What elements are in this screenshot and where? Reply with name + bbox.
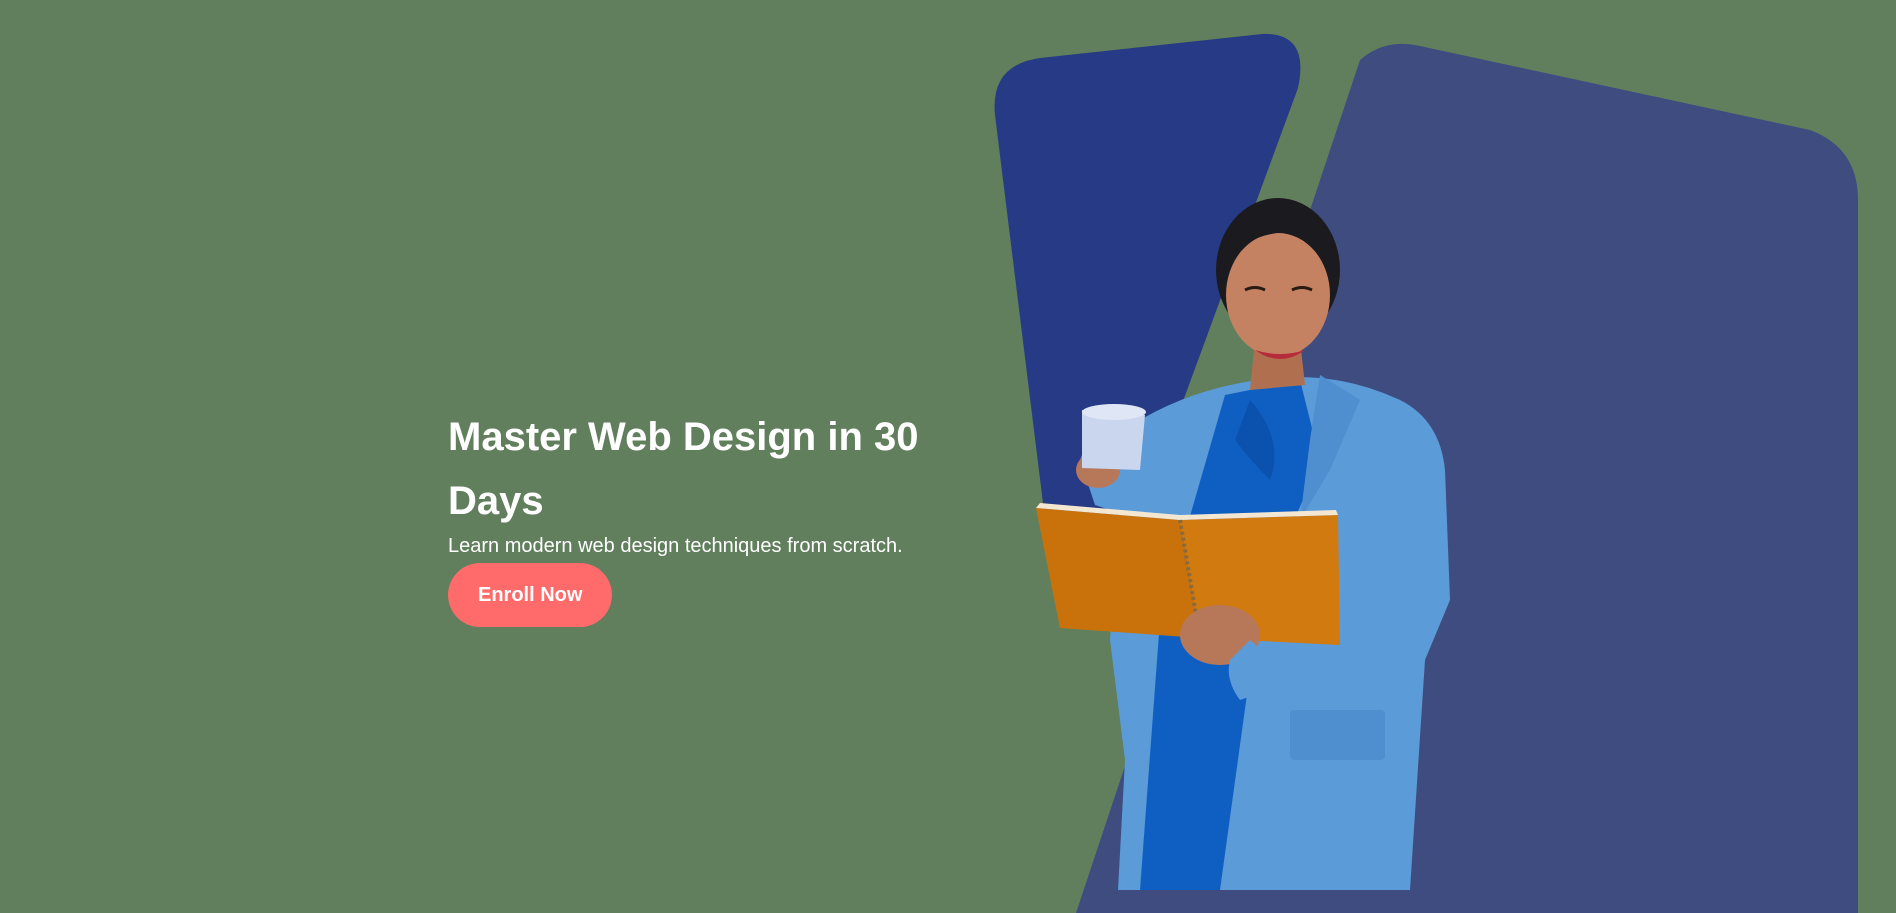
hero-copy: Master Web Design in 30 Days Learn moder… (448, 405, 968, 627)
hero-title: Master Web Design in 30 Days (448, 415, 919, 523)
hero-section: Master Web Design in 30 Days Learn moder… (0, 0, 1896, 913)
hero-subtitle: Learn modern web design techniques from … (448, 535, 903, 557)
enroll-now-button[interactable]: Enroll Now (448, 563, 613, 627)
